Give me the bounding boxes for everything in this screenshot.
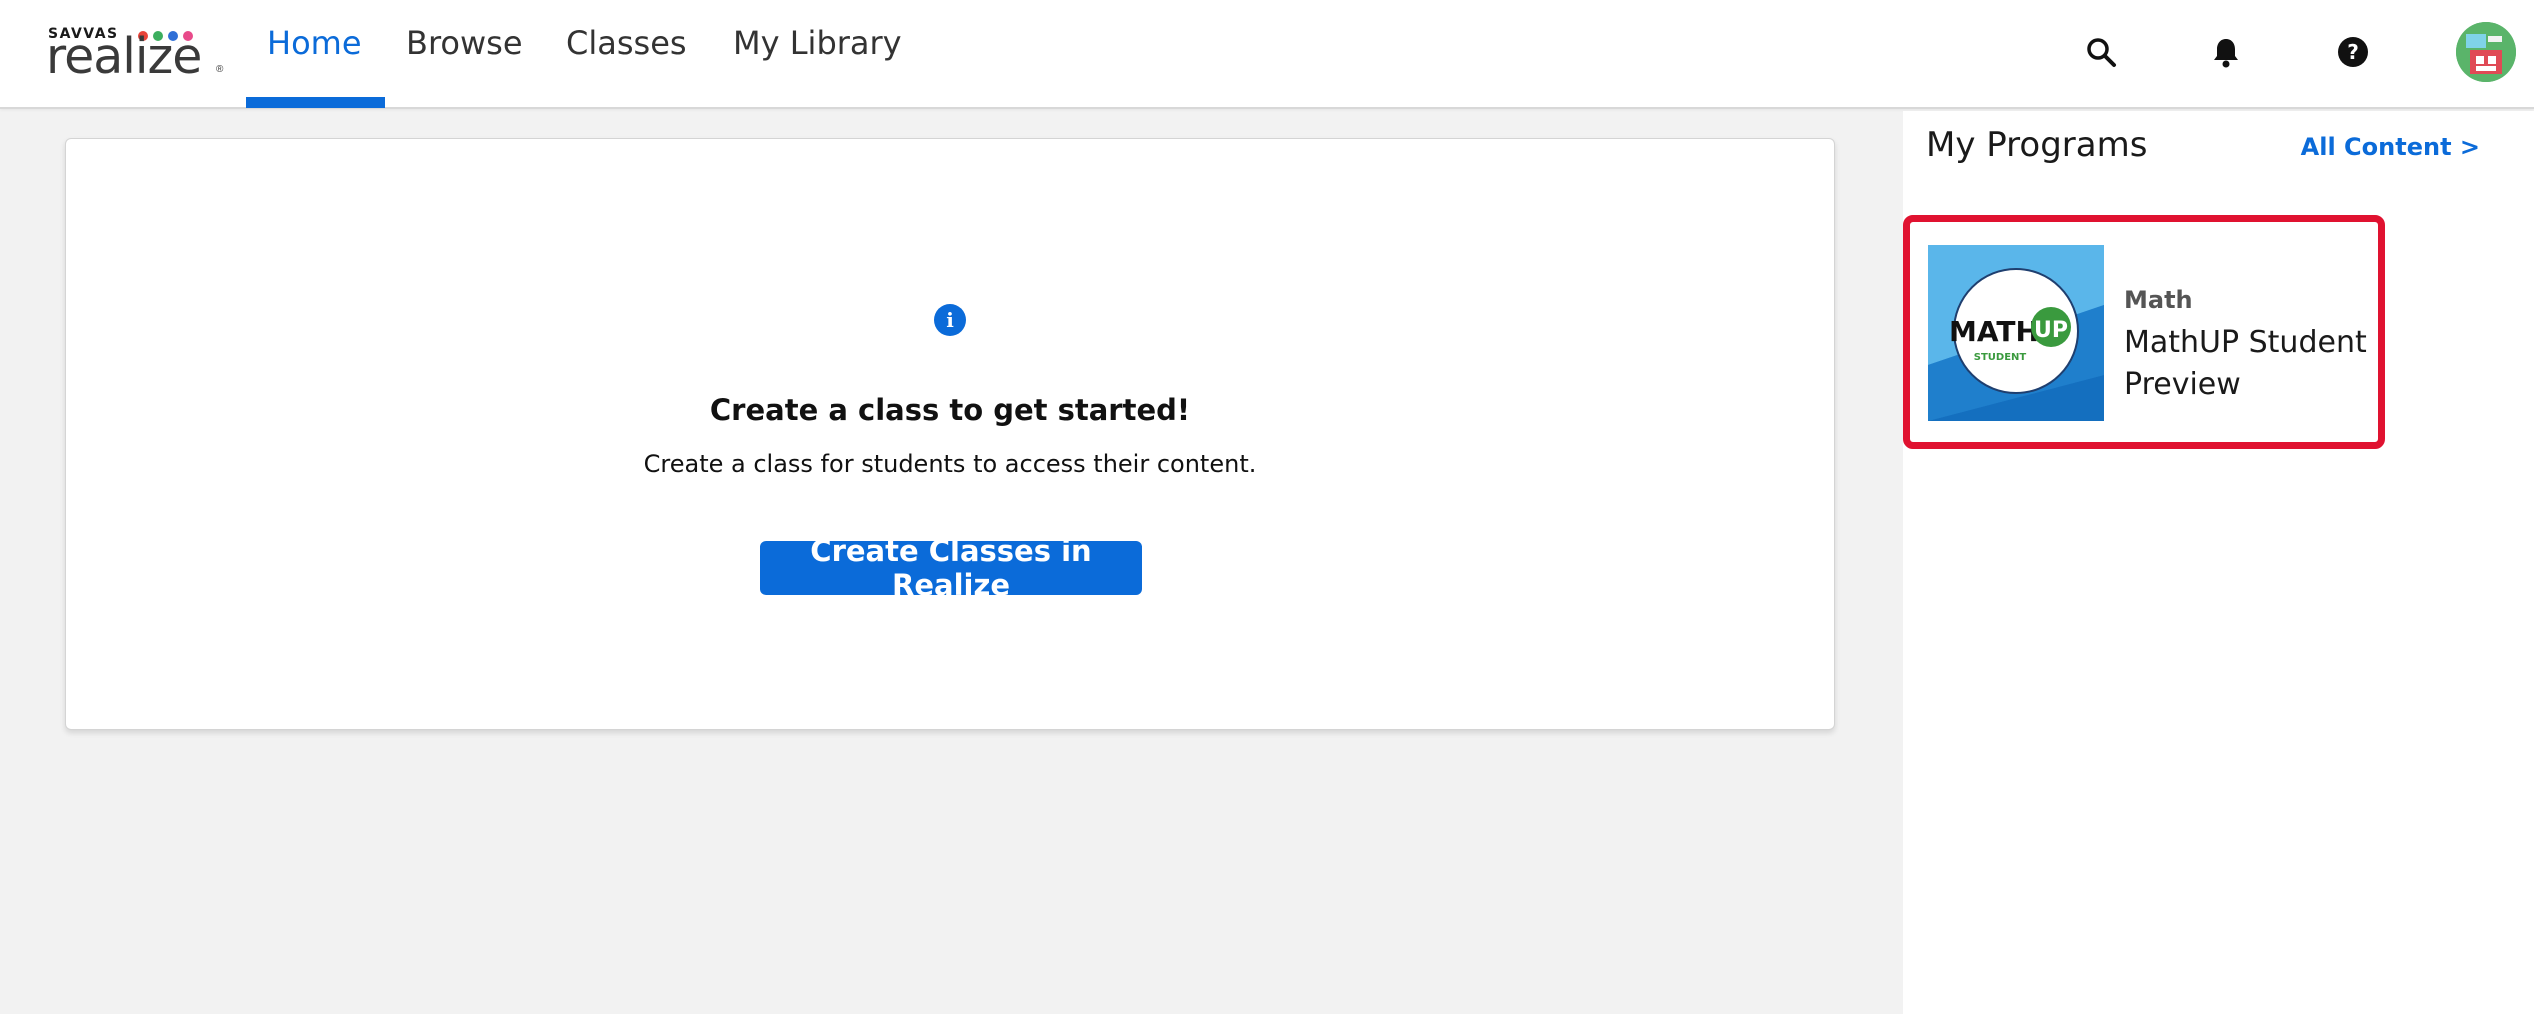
help-icon[interactable]: ? [2336, 35, 2370, 69]
program-card-mathup[interactable]: MATH UP STUDENT Math MathUP Student Prev… [1903, 215, 2385, 449]
mathup-thumbnail[interactable]: MATH UP STUDENT [1928, 245, 2104, 421]
mathup-logo-up: UP [2034, 318, 2068, 343]
mathup-logo-math: MATH [1949, 315, 2039, 348]
my-programs-title: My Programs [1926, 125, 2148, 165]
my-programs-panel: My Programs All Content > MATH UP STUDEN… [1903, 111, 2534, 1014]
top-header: SAVVAS realize ® Home Browse Classes My … [0, 0, 2534, 109]
card-subtitle: Create a class for students to access th… [643, 450, 1257, 478]
card-title: Create a class to get started! [709, 393, 1191, 427]
avatar[interactable] [2456, 22, 2516, 82]
nav-browse[interactable]: Browse [406, 24, 523, 62]
nav-active-underline [246, 97, 385, 108]
nav-home[interactable]: Home [267, 24, 362, 62]
program-subject: Math [2124, 286, 2193, 314]
nav-classes[interactable]: Classes [566, 24, 687, 62]
program-name: MathUP Student Preview [2124, 325, 2367, 402]
logo-registered-mark: ® [216, 64, 224, 75]
create-classes-button[interactable]: Create Classes in Realize [760, 534, 1142, 602]
svg-text:?: ? [2347, 40, 2359, 64]
bell-icon[interactable] [2209, 35, 2243, 69]
nav-my-library[interactable]: My Library [733, 24, 902, 62]
savvas-realize-logo[interactable]: SAVVAS realize ® [46, 26, 226, 85]
logo-brand-name: realize [46, 28, 202, 85]
search-icon[interactable] [2084, 35, 2118, 69]
info-icon: i [934, 304, 966, 336]
all-content-link[interactable]: All Content > [2301, 133, 2480, 161]
mathup-logo-student: STUDENT [1974, 352, 2027, 363]
create-class-card: i Create a class to get started! Create … [65, 138, 1835, 730]
